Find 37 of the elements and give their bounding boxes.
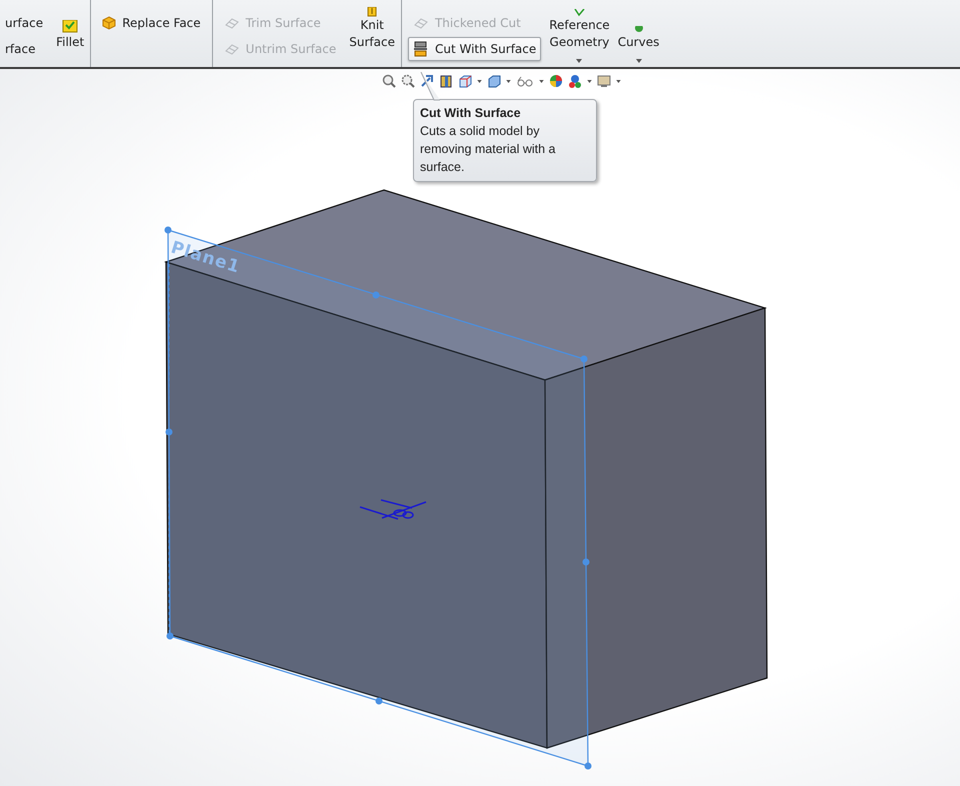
section-view-icon[interactable]	[438, 74, 452, 88]
scene-icon[interactable]	[568, 74, 582, 88]
toolbar-large-button[interactable]: Fillet	[52, 20, 88, 67]
toolbar-command[interactable]: Replace Face	[97, 11, 206, 35]
previous-view-icon[interactable]	[420, 74, 434, 88]
surface-tool-icon	[224, 16, 240, 30]
toolbar-command[interactable]: Cut With Surface	[408, 37, 542, 61]
cube-icon	[102, 16, 116, 30]
fillet-icon	[62, 20, 78, 34]
toolbar-large-button[interactable]: Reference Geometry	[545, 9, 614, 67]
zoom-area-icon[interactable]	[400, 74, 414, 88]
knit-surface-icon	[366, 7, 378, 17]
toolbar-large-button[interactable]: Curves	[614, 26, 664, 67]
cut-with-surface-icon	[412, 41, 429, 57]
glasses-icon[interactable]	[516, 74, 534, 88]
zoom-to-fit-icon[interactable]	[382, 74, 396, 88]
appearance-icon[interactable]	[548, 74, 562, 88]
caret-icon[interactable]	[586, 80, 592, 82]
tooltip-description: Cuts a solid model by removing material with a surface.	[420, 123, 556, 176]
display-style-icon[interactable]	[486, 74, 500, 88]
toolbar-large-button[interactable]: Knit Surface	[345, 7, 399, 67]
surface-tool-icon	[224, 42, 240, 56]
view-orientation-icon[interactable]	[458, 74, 472, 88]
toolbar-command[interactable]: urface	[0, 11, 48, 35]
caret-icon[interactable]	[476, 80, 482, 82]
display-settings-icon[interactable]	[596, 74, 610, 88]
caret-icon	[636, 59, 642, 63]
tooltip-title: Cut With Surface	[420, 105, 522, 122]
toolbar-command[interactable]: rface	[0, 37, 48, 61]
caret-icon[interactable]	[616, 80, 620, 82]
caret-icon	[576, 59, 582, 63]
origin-triad-icon	[359, 499, 427, 520]
curves-icon	[632, 26, 645, 34]
surface-tool-icon	[412, 16, 429, 30]
caret-icon[interactable]	[506, 80, 510, 82]
reference-geometry-icon	[572, 9, 586, 17]
caret-icon[interactable]	[538, 80, 544, 82]
